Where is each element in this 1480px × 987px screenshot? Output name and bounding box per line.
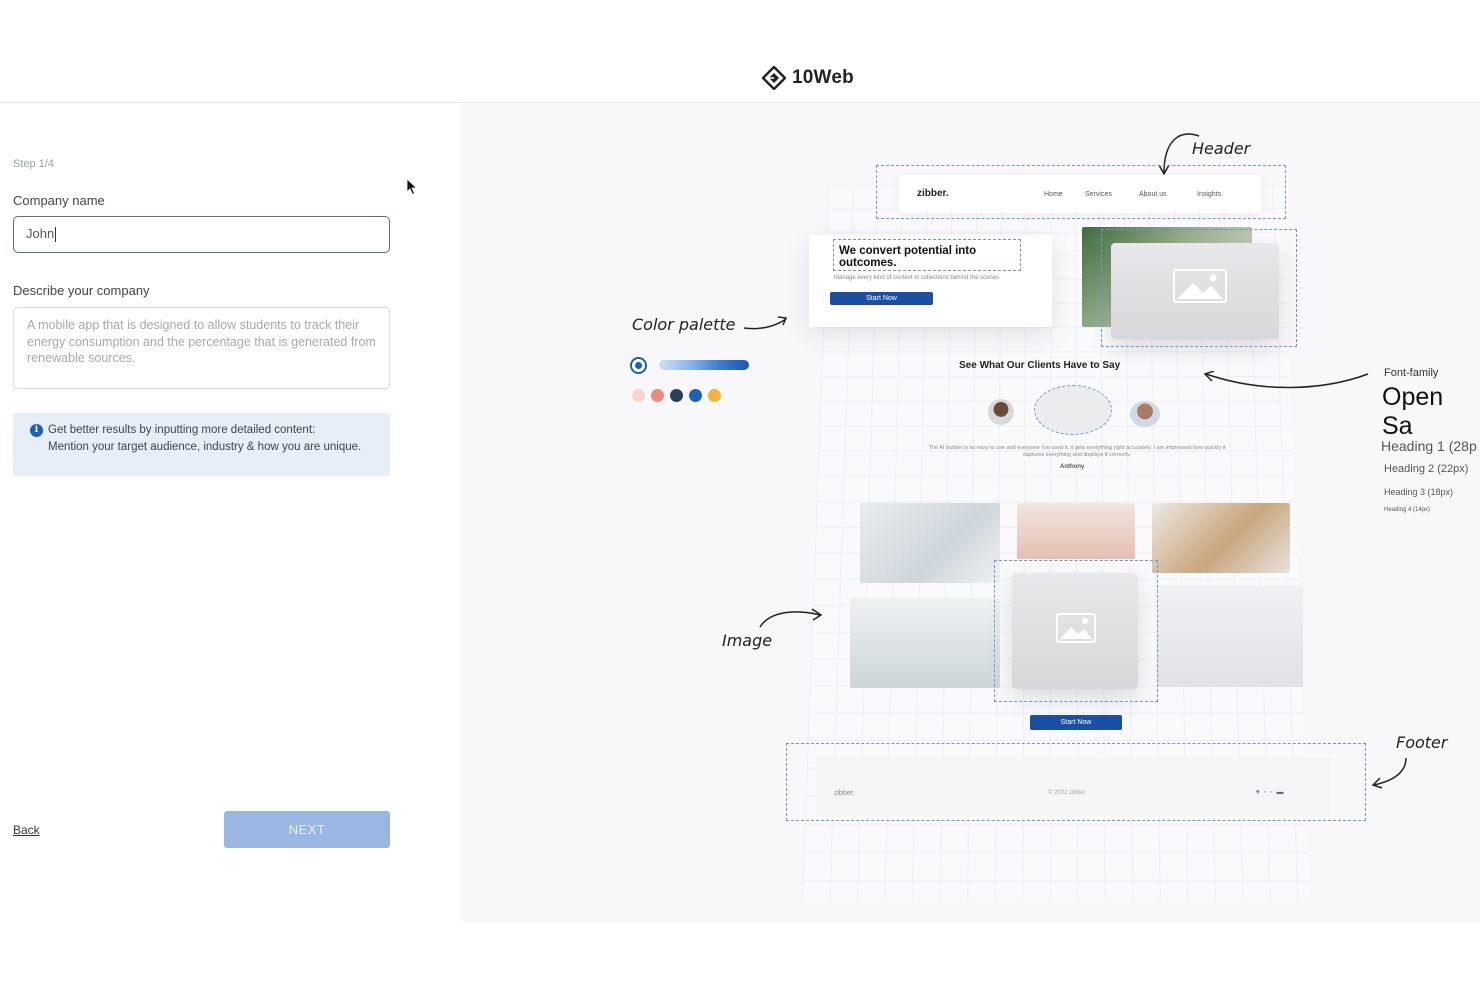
mock-hero-subtitle: Manage every kind of content in collecti… bbox=[834, 275, 1000, 281]
company-description-label: Describe your company bbox=[13, 283, 150, 298]
font-heading-3: Heading 3 (18px) bbox=[1384, 487, 1454, 497]
company-name-value: John bbox=[26, 226, 55, 241]
hero-image-highlight bbox=[1101, 229, 1297, 347]
arrow-icon bbox=[743, 316, 788, 330]
palette-swatch[interactable] bbox=[632, 389, 645, 402]
company-description-textarea[interactable]: A mobile app that is designed to allow s… bbox=[13, 307, 390, 389]
mock-testimonial-title: See What Our Clients Have to Say bbox=[959, 360, 1121, 371]
mock-hand-photo bbox=[1017, 503, 1135, 559]
mock-cta-button: Start Now bbox=[1030, 715, 1122, 730]
annotation-image: Image bbox=[722, 631, 773, 650]
mock-hero-button: Start Now bbox=[830, 292, 933, 305]
arrow-icon bbox=[759, 608, 823, 628]
footer-highlight bbox=[786, 743, 1366, 821]
annotation-font-family: Font-family bbox=[1384, 367, 1439, 379]
company-name-label: Company name bbox=[13, 193, 105, 208]
logo[interactable]: 10Web bbox=[762, 66, 854, 90]
tip-box: i Get better results by inputting more d… bbox=[13, 413, 390, 476]
annotation-footer: Footer bbox=[1396, 733, 1448, 752]
mock-testimonial-name: Anthony bbox=[1060, 464, 1085, 470]
palette-swatch[interactable] bbox=[670, 389, 683, 402]
font-heading-2: Heading 2 (22px) bbox=[1384, 463, 1469, 475]
header-highlight bbox=[876, 165, 1286, 219]
avatar-placeholder bbox=[1034, 385, 1112, 435]
text-caret bbox=[55, 227, 57, 243]
radio-check-icon[interactable] bbox=[630, 357, 647, 374]
logo-text: 10Web bbox=[792, 67, 854, 88]
bottom-strip bbox=[0, 923, 1480, 987]
palette-swatch[interactable] bbox=[651, 389, 664, 402]
website-preview-panel: Header zibber. Home Services About us In… bbox=[464, 103, 1480, 923]
tip-title: Get better results by inputting more det… bbox=[48, 424, 316, 436]
arrow-icon bbox=[1371, 757, 1407, 789]
mock-tablet-photo bbox=[860, 503, 1000, 583]
font-heading-1: Heading 1 (28p bbox=[1381, 438, 1477, 454]
onboarding-form-panel: Step 1/4 Company name John Describe your… bbox=[0, 103, 463, 923]
mock-cup-photo bbox=[1157, 585, 1303, 687]
company-name-input[interactable]: John bbox=[13, 216, 390, 253]
palette-swatch[interactable] bbox=[708, 389, 721, 402]
palette-gradient-bar[interactable] bbox=[659, 360, 749, 370]
10web-diamond-icon bbox=[762, 66, 786, 90]
arrow-icon bbox=[1203, 371, 1369, 389]
annotation-color-palette: Color palette bbox=[632, 315, 736, 334]
step-indicator: Step 1/4 bbox=[13, 158, 54, 170]
avatar bbox=[988, 399, 1014, 425]
tip-body: Mention your target audience, industry &… bbox=[48, 441, 362, 453]
avatar bbox=[1130, 401, 1160, 427]
mouse-pointer-icon bbox=[406, 178, 418, 196]
palette-swatches[interactable] bbox=[632, 389, 721, 402]
hero-text-highlight bbox=[833, 239, 1021, 271]
back-link[interactable]: Back bbox=[13, 823, 40, 837]
image-highlight bbox=[994, 560, 1158, 702]
font-heading-4: Heading 4 (14px) bbox=[1384, 507, 1431, 513]
top-bar: 10Web bbox=[0, 0, 1480, 103]
mock-woman-photo bbox=[850, 598, 1000, 688]
palette-swatch[interactable] bbox=[689, 389, 702, 402]
mock-notebook-photo bbox=[1152, 503, 1290, 573]
mock-testimonial-text: The AI builder is so easy to use and eve… bbox=[928, 445, 1226, 458]
next-button[interactable]: NEXT bbox=[224, 811, 390, 848]
font-family-sample: Open Sa bbox=[1382, 383, 1444, 440]
info-icon: i bbox=[30, 424, 43, 437]
